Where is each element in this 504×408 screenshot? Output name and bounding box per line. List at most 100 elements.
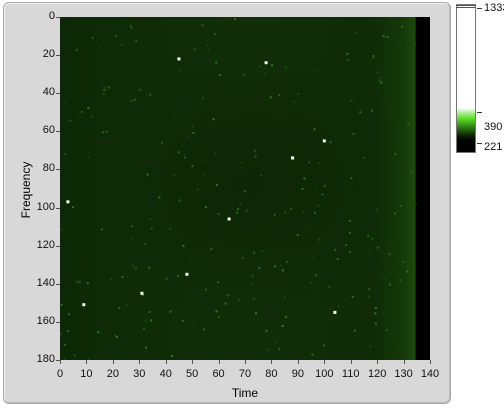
heatmap-cell <box>372 56 375 59</box>
heatmap-cell <box>312 256 314 259</box>
heatmap-cell <box>388 253 391 256</box>
heatmap-cell <box>203 328 206 331</box>
heatmap-cell <box>394 153 397 156</box>
heatmap-cell <box>334 248 337 251</box>
heatmap-cell <box>87 156 90 159</box>
heatmap-cell <box>263 72 266 75</box>
heatmap-cell <box>150 227 153 230</box>
heatmap-cell <box>203 173 206 176</box>
heatmap-cell <box>135 39 138 42</box>
heatmap-cell <box>118 307 120 309</box>
heatmap-cell <box>165 277 168 280</box>
intensity-plot-area[interactable] <box>60 17 430 360</box>
heatmap-cell <box>406 270 409 273</box>
color-scale-max-marker[interactable] <box>456 5 476 8</box>
heatmap-cell <box>130 100 133 102</box>
heatmap-cell <box>323 184 326 187</box>
heatmap-cell <box>368 288 371 291</box>
heatmap-cell <box>397 344 400 347</box>
heatmap-cell <box>375 208 378 211</box>
y-tick-label: 160 <box>36 314 55 327</box>
x-tick-mark <box>192 360 193 364</box>
heatmap-cell <box>243 73 246 76</box>
heatmap-cell <box>75 49 78 52</box>
x-tick-mark <box>351 360 352 364</box>
heatmap-cell <box>374 322 377 325</box>
heatmap-cell <box>224 302 227 305</box>
y-tick-mark <box>56 55 60 56</box>
y-tick-label: 20 <box>42 48 55 61</box>
heatmap-cell <box>318 238 321 241</box>
heatmap-cell <box>115 35 118 38</box>
heatmap-cell <box>286 261 289 263</box>
heatmap-cell <box>132 265 135 267</box>
y-tick-mark <box>56 322 60 323</box>
heatmap-cell <box>177 275 180 277</box>
heatmap-cell <box>376 246 379 249</box>
heatmap-cell <box>311 353 314 356</box>
heatmap-cell <box>371 237 374 240</box>
y-tick-mark <box>56 131 60 132</box>
color-scale-ramp[interactable] <box>456 4 476 153</box>
bright-point <box>333 310 337 314</box>
heatmap-cell <box>236 211 239 214</box>
heatmap-cell <box>253 251 256 254</box>
heatmap-cell <box>350 177 353 180</box>
heatmap-cell <box>397 257 400 259</box>
heatmap-cell <box>405 254 408 257</box>
heatmap-cell <box>368 296 371 298</box>
heatmap-cell <box>336 258 339 260</box>
color-scale-tick <box>477 112 482 113</box>
heatmap-cell <box>399 204 402 207</box>
heatmap-cell <box>302 211 304 214</box>
heatmap-cell <box>410 170 413 173</box>
color-scale-label-max: 1333 <box>484 2 504 14</box>
heatmap-cell <box>217 281 220 284</box>
heatmap-cell <box>239 203 242 206</box>
x-tick-mark <box>245 360 246 364</box>
heatmap-cell <box>78 115 81 118</box>
heatmap-cell <box>215 310 218 313</box>
heatmap-cell <box>353 329 356 332</box>
heatmap-cell <box>212 118 215 121</box>
heatmap-cell <box>414 202 417 205</box>
heatmap-cell <box>215 61 218 64</box>
heatmap-cell <box>374 312 377 315</box>
heatmap-cell <box>308 161 311 164</box>
heatmap-cell <box>189 256 192 259</box>
y-tick-mark <box>56 246 60 247</box>
y-tick-label: 60 <box>42 124 55 137</box>
heatmap-cell <box>245 209 248 212</box>
heatmap-cell <box>282 269 285 272</box>
heatmap-cell <box>64 343 66 346</box>
heatmap-cell <box>87 106 90 109</box>
heatmap-cell <box>107 86 110 89</box>
heatmap-cell <box>148 311 151 314</box>
heatmap-cell <box>210 248 213 251</box>
bright-point <box>66 200 70 204</box>
heatmap-cell <box>178 69 181 72</box>
heatmap-cell <box>177 151 180 154</box>
y-tick-label: 180 <box>36 353 55 365</box>
heatmap-cell <box>258 267 261 270</box>
heatmap-cell <box>196 188 199 191</box>
bright-point <box>227 217 231 221</box>
y-tick-label: 0 <box>48 10 55 22</box>
heatmap-cell <box>380 81 383 84</box>
heatmap-cell <box>402 261 405 264</box>
heatmap-cell <box>306 226 309 229</box>
bright-point <box>322 139 326 143</box>
heatmap-cell <box>60 228 63 231</box>
bright-point <box>177 57 181 61</box>
heatmap-cell <box>80 110 83 113</box>
heatmap-cell <box>351 295 354 298</box>
heatmap-cell <box>321 193 324 196</box>
x-tick-mark <box>139 360 140 364</box>
heatmap-cell <box>217 316 220 319</box>
heatmap-cell <box>383 278 386 281</box>
heatmap-cell <box>219 74 221 76</box>
heatmap-cell <box>413 42 416 45</box>
heatmap-cell <box>241 257 244 260</box>
y-tick-label: 40 <box>42 86 55 99</box>
heatmap-cell <box>237 208 240 211</box>
